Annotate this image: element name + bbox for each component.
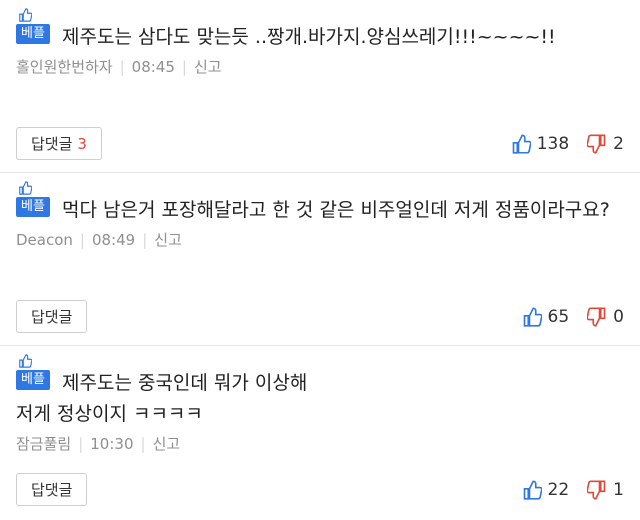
report-link[interactable]: 신고 (153, 433, 181, 454)
comment-item: 베플 먹다 남은거 포장해달라고 한 것 같은 비주얼인데 저게 정품이라구요?… (0, 173, 640, 346)
divider: | (140, 434, 146, 453)
best-badge: 베플 (16, 24, 50, 44)
report-link[interactable]: 신고 (194, 56, 222, 77)
thumbs-up-icon (512, 133, 531, 154)
divider: | (119, 57, 125, 76)
action-row: 답댓글 22 1 (16, 473, 624, 506)
reply-count: 3 (77, 134, 87, 153)
thumbs-down-icon (587, 133, 606, 154)
vote-group: 22 1 (504, 480, 624, 500)
reply-button[interactable]: 답댓글 3 (16, 127, 102, 160)
comment-meta: 홀인원한번하자 | 08:45 | 신고 (16, 56, 624, 77)
thumbs-up-icon (19, 181, 32, 195)
dislike-button[interactable]: 2 (587, 134, 624, 154)
like-count: 22 (547, 479, 570, 500)
like-count: 65 (547, 306, 570, 327)
dislike-button[interactable]: 0 (587, 307, 624, 327)
thumbs-up-icon (523, 306, 542, 327)
dislike-count: 2 (613, 133, 624, 154)
comment-meta: Deacon | 08:49 | 신고 (16, 229, 624, 250)
vote-group: 138 2 (493, 134, 624, 154)
divider: | (78, 434, 84, 453)
comment-text: 제주도는 중국인데 뭐가 이상해 저게 정상이지 ㅋㅋㅋㅋ (16, 372, 308, 425)
author-name[interactable]: 홀인원한번하자 (16, 56, 113, 77)
comment-item: 베플 제주도는 삼다도 맞는듯 ..짱개.바가지.양심쓰레기!!!~~~~!! … (0, 0, 640, 173)
reply-label: 답댓글 (31, 308, 73, 326)
divider: | (79, 230, 85, 249)
comment-item: 베플 제주도는 중국인데 뭐가 이상해 저게 정상이지 ㅋㅋㅋㅋ 잠금풀림 | … (0, 346, 640, 519)
comment-text: 제주도는 삼다도 맞는듯 ..짱개.바가지.양심쓰레기!!!~~~~!! (62, 26, 556, 48)
thumbs-down-icon (587, 479, 606, 500)
dislike-count: 1 (613, 479, 624, 500)
dislike-button[interactable]: 1 (587, 480, 624, 500)
action-row: 답댓글 3 138 2 (16, 127, 624, 160)
best-badge: 베플 (16, 370, 50, 390)
comment-time: 08:49 (91, 230, 136, 249)
thumbs-up-icon (19, 8, 32, 22)
divider: | (181, 57, 187, 76)
action-row: 답댓글 65 0 (16, 300, 624, 333)
reply-button[interactable]: 답댓글 (16, 300, 88, 333)
reply-label: 답댓글 (31, 135, 73, 153)
like-count: 138 (536, 133, 570, 154)
dislike-count: 0 (613, 306, 624, 327)
author-name[interactable]: Deacon (16, 231, 73, 249)
best-badge: 베플 (16, 197, 50, 217)
thumbs-up-icon (19, 354, 32, 368)
thumbs-down-icon (587, 306, 606, 327)
comment-time: 10:30 (90, 434, 134, 453)
reply-button[interactable]: 답댓글 (16, 473, 88, 506)
thumbs-up-icon (523, 479, 542, 500)
report-link[interactable]: 신고 (154, 229, 182, 250)
reply-label: 답댓글 (31, 481, 73, 499)
divider: | (142, 230, 148, 249)
comment-list: 베플 제주도는 삼다도 맞는듯 ..짱개.바가지.양심쓰레기!!!~~~~!! … (0, 0, 640, 519)
like-button[interactable]: 138 (511, 134, 569, 154)
vote-group: 65 0 (504, 307, 624, 327)
comment-meta: 잠금풀림 | 10:30 | 신고 (16, 433, 624, 454)
author-name[interactable]: 잠금풀림 (16, 433, 71, 454)
like-button[interactable]: 22 (522, 479, 570, 500)
comment-text: 먹다 남은거 포장해달라고 한 것 같은 비주얼인데 저게 정품이라구요? (62, 199, 610, 221)
like-button[interactable]: 65 (522, 306, 570, 327)
comment-time: 08:45 (131, 57, 175, 76)
